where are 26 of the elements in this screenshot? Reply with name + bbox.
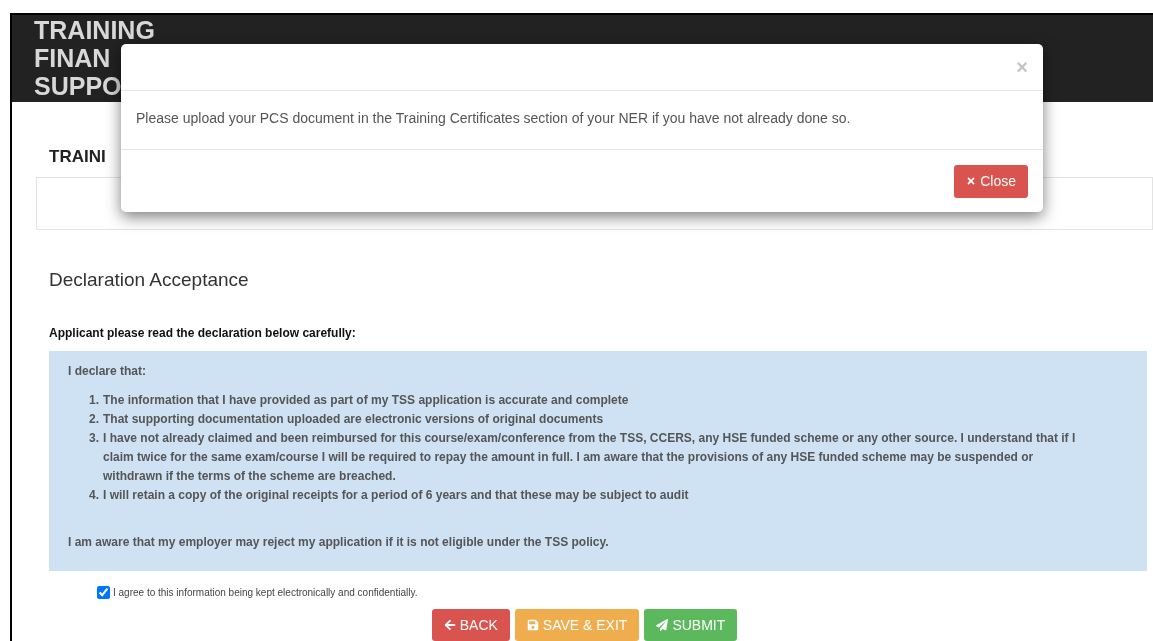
declaration-item: I will retain a copy of the original receipts for a period of 6 years and that these may be subject to audit: [103, 487, 690, 504]
list-number: 3.: [88, 430, 100, 447]
agree-label: I agree to this information being kept electronically and confidentially.: [113, 586, 418, 600]
declaration-item: That supporting documentation uploaded are electronic versions of original documents: [103, 411, 605, 428]
declaration-closing: I am aware that my employer may reject my application if it is not eligible under the TSS policy.: [68, 534, 610, 551]
header-title: FINAN: [34, 44, 111, 72]
back-button[interactable]: BACK: [431, 609, 510, 641]
save-exit-button[interactable]: SAVE & EXIT: [514, 609, 640, 641]
section-heading: TRAINI: [48, 145, 107, 168]
submit-button[interactable]: SUBMIT: [644, 609, 738, 641]
header-title: TRAINING: [34, 16, 155, 44]
paper-plane-icon: [656, 619, 669, 631]
agree-checkbox[interactable]: [97, 586, 110, 599]
list-number: 1.: [88, 392, 100, 409]
arrow-left-icon: [443, 619, 456, 631]
header-title: SUPPO: [34, 72, 122, 100]
declaration-item: I have not already claimed and been reimbursed for this course/exam/conference from the TSS, CCERS, any HSE funded scheme or any other source. I understand that if I claim twice for the same exam/course I will be required to repay the amount in full. I am aware that the provisions of any HSE funded scheme may be suspended or withdrawn if the terms of the scheme are breached.: [103, 430, 1077, 485]
instruction-text: Applicant please read the declaration below carefully:: [48, 325, 357, 342]
list-number: 4.: [88, 487, 100, 504]
modal-message: Please upload your PCS document in the Training Certificates section of your NER if you have not already done so.: [136, 110, 851, 126]
list-number: 2.: [88, 411, 100, 428]
section-heading: Declaration Acceptance: [48, 268, 250, 292]
close-icon: [966, 176, 977, 186]
declaration-item: The information that I have provided as part of my TSS application is accurate and complete: [103, 392, 630, 409]
close-button[interactable]: Close: [954, 164, 1028, 198]
declaration-intro: I declare that:: [68, 363, 148, 380]
